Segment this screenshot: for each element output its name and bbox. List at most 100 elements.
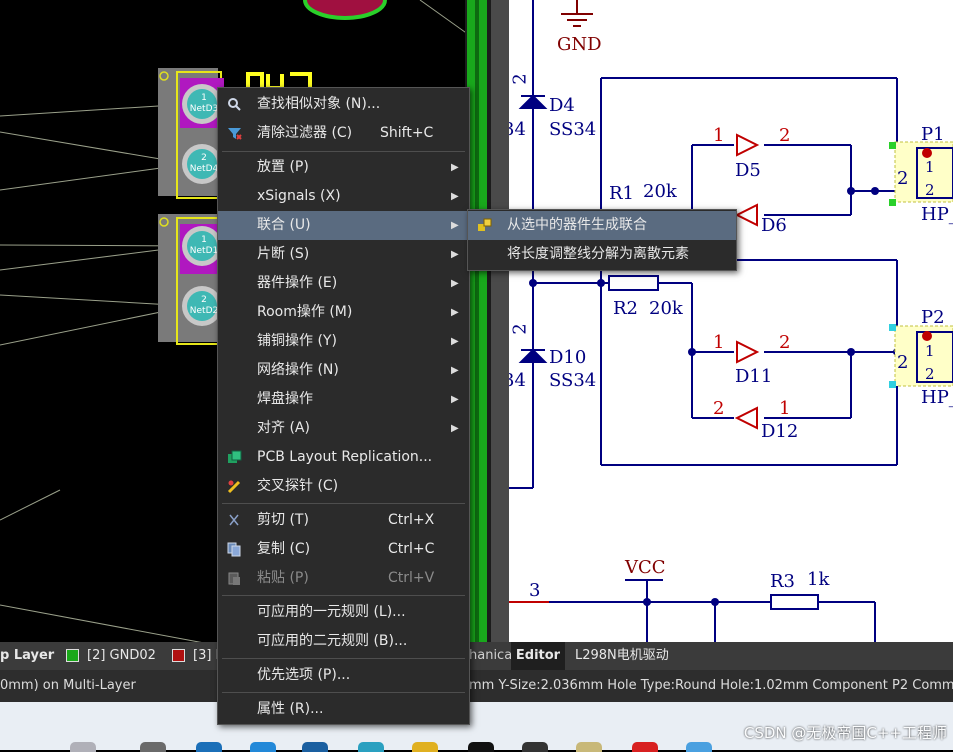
union-submenu: 从选中的器件生成联合 将长度调整线分解为离散元素 xyxy=(467,209,737,271)
ss34-label: SS34 xyxy=(549,370,597,391)
p1-label: P1 xyxy=(921,124,945,145)
taskbar-app-icon[interactable] xyxy=(522,742,548,752)
menu-separator xyxy=(222,692,465,693)
menu-item-label: 器件操作 (E) xyxy=(257,275,338,291)
menu-item-polygon-actions[interactable]: 铺铜操作 (Y) ▶ xyxy=(218,327,469,356)
d4-label: D4 xyxy=(549,95,575,116)
menu-item-label: 片断 (S) xyxy=(257,246,310,262)
menu-item-union[interactable]: 联合 (U) ▶ xyxy=(218,211,469,240)
menu-item-label: PCB Layout Replication... xyxy=(257,449,433,465)
vcc-label: VCC xyxy=(625,557,666,578)
cross-probe-icon xyxy=(227,480,241,494)
menu-item-room-actions[interactable]: Room操作 (M) ▶ xyxy=(218,298,469,327)
submenu-item-break-tuning[interactable]: 将长度调整线分解为离散元素 xyxy=(468,240,736,269)
menu-item-label: 放置 (P) xyxy=(257,159,309,175)
menu-item-unary-rules[interactable]: 可应用的一元规则 (L)... xyxy=(218,598,469,627)
taskbar-app-icon[interactable] xyxy=(302,742,328,752)
taskbar-app-icon[interactable] xyxy=(140,742,166,752)
splitter-bar[interactable] xyxy=(491,0,509,642)
submenu-arrow-icon: ▶ xyxy=(451,249,459,260)
menu-item-place[interactable]: 放置 (P) ▶ xyxy=(218,153,469,182)
menu-item-shortcut: Ctrl+C xyxy=(388,541,435,557)
taskbar-app-icon[interactable] xyxy=(196,742,222,752)
menu-item-xsignals[interactable]: xSignals (X) ▶ xyxy=(218,182,469,211)
menu-separator xyxy=(222,658,465,659)
menu-separator xyxy=(222,595,465,596)
schematic-graphics xyxy=(509,0,953,642)
menu-item-copy[interactable]: 复制 (C) Ctrl+C xyxy=(218,535,469,564)
menu-item-label: 粘贴 (P) xyxy=(257,570,309,586)
menu-item-cut[interactable]: 剪切 (T) Ctrl+X xyxy=(218,506,469,535)
menu-item-net-actions[interactable]: 网络操作 (N) ▶ xyxy=(218,356,469,385)
menu-item-properties[interactable]: 属性 (R)... xyxy=(218,695,469,724)
pad-label: 1 xyxy=(201,235,207,245)
status-right: mm Y-Size:2.036mm Hole Type:Round Hole:1… xyxy=(469,678,953,693)
menu-item-pcb-replication[interactable]: PCB Layout Replication... xyxy=(218,443,469,472)
doc-tab-editor[interactable]: Editor xyxy=(511,642,565,670)
menu-item-pad-actions[interactable]: 焊盘操作 ▶ xyxy=(218,385,469,414)
context-menu: 查找相似对象 (N)... 清除过滤器 (C) Shift+C 放置 (P) ▶… xyxy=(217,87,470,725)
gnd-label: GND xyxy=(557,34,602,55)
layer-tab-top[interactable]: p Layer xyxy=(0,642,54,670)
submenu-arrow-icon: ▶ xyxy=(451,394,459,405)
menu-item-label: 对齐 (A) xyxy=(257,420,310,436)
menu-item-fragment[interactable]: 片断 (S) ▶ xyxy=(218,240,469,269)
submenu-arrow-icon: ▶ xyxy=(451,423,459,434)
layer-tab-gnd02[interactable]: [2] GND02 xyxy=(66,642,156,670)
pin-label: 2 xyxy=(925,365,935,383)
doc-tab-mechanical[interactable]: hanica xyxy=(469,642,512,670)
menu-item-binary-rules[interactable]: 可应用的二元规则 (B)... xyxy=(218,627,469,656)
menu-item-label: 清除过滤器 (C) xyxy=(257,125,353,141)
status-left: 0mm) on Multi-Layer xyxy=(0,678,136,693)
pad-net-label: NetD2 xyxy=(190,306,218,316)
submenu-arrow-icon: ▶ xyxy=(451,191,459,202)
copy-icon xyxy=(227,542,241,557)
menu-item-label: 交叉探针 (C) xyxy=(257,478,339,494)
menu-item-shortcut: Ctrl+V xyxy=(388,570,435,586)
pin-label: 2 xyxy=(779,332,791,353)
submenu-arrow-icon: ▶ xyxy=(451,220,459,231)
r1-value: 20k xyxy=(643,181,677,202)
menu-item-label: 可应用的一元规则 (L)... xyxy=(257,604,406,620)
pin-label: 2 xyxy=(509,73,531,85)
pin-label: 2 xyxy=(897,352,909,373)
menu-item-component-actions[interactable]: 器件操作 (E) ▶ xyxy=(218,269,469,298)
menu-item-clear-filter[interactable]: 清除过滤器 (C) Shift+C xyxy=(218,119,469,148)
submenu-item-create-union[interactable]: 从选中的器件生成联合 xyxy=(468,211,736,240)
pad-label: 1 xyxy=(201,93,207,103)
menu-item-paste[interactable]: 粘贴 (P) Ctrl+V xyxy=(218,564,469,593)
d6-label: D6 xyxy=(761,215,787,236)
pin-label: 2 xyxy=(713,398,725,419)
d10-label: D10 xyxy=(549,347,587,368)
doc-tab-l298n[interactable]: L298N电机驱动 xyxy=(575,642,669,670)
clear-filter-icon xyxy=(228,128,242,140)
d5-label: D5 xyxy=(735,160,761,181)
r2-value: 20k xyxy=(649,298,683,319)
taskbar-app-icon[interactable] xyxy=(632,742,658,752)
pad-label: 2 xyxy=(201,153,207,163)
menu-item-shortcut: Shift+C xyxy=(380,125,434,141)
r2-label: R2 xyxy=(613,298,639,319)
menu-item-label: xSignals (X) xyxy=(257,188,341,204)
pad-net-label: NetD1 xyxy=(190,246,218,256)
part-label: 34 xyxy=(509,370,526,391)
taskbar-app-icon[interactable] xyxy=(250,742,276,752)
taskbar-app-icon[interactable] xyxy=(358,742,384,752)
menu-item-find-similar[interactable]: 查找相似对象 (N)... xyxy=(218,90,469,119)
menu-item-align[interactable]: 对齐 (A) ▶ xyxy=(218,414,469,443)
schematic-canvas[interactable]: GND 2 D4 SS34 34 2 D10 SS34 34 R1 20k R2… xyxy=(509,0,953,642)
submenu-arrow-icon: ▶ xyxy=(451,307,459,318)
pin-label: 2 xyxy=(509,323,531,335)
taskbar-app-icon[interactable] xyxy=(576,742,602,752)
taskbar-app-icon[interactable] xyxy=(686,742,712,752)
menu-item-cross-probe[interactable]: 交叉探针 (C) xyxy=(218,472,469,501)
menu-separator xyxy=(222,151,465,152)
menu-item-preferences[interactable]: 优先选项 (P)... xyxy=(218,661,469,690)
watermark: CSDN @无极帝国C++工程师 xyxy=(743,724,947,742)
pad-net-label: NetD3 xyxy=(190,104,218,114)
taskbar-app-icon[interactable] xyxy=(412,742,438,752)
taskbar-app-icon[interactable] xyxy=(70,742,96,752)
layer-tab-3[interactable]: [3] I xyxy=(172,642,219,670)
submenu-arrow-icon: ▶ xyxy=(451,278,459,289)
taskbar-app-icon[interactable] xyxy=(468,742,494,752)
